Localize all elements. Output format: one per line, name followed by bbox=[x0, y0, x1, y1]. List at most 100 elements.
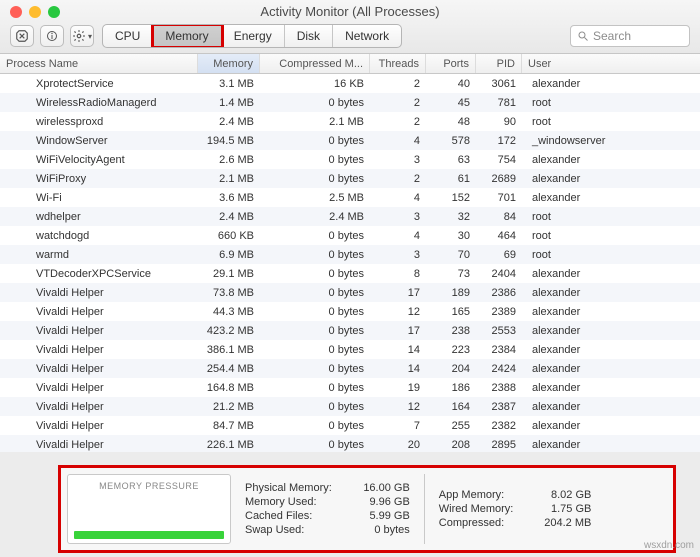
process-memory: 423.2 MB bbox=[198, 325, 260, 337]
process-threads: 3 bbox=[370, 211, 426, 223]
process-pid: 84 bbox=[476, 211, 522, 223]
process-compressed: 2.1 MB bbox=[260, 116, 370, 128]
table-row[interactable]: watchdogd660 KB0 bytes430464root bbox=[0, 226, 700, 245]
table-row[interactable]: Vivaldi Helper84.7 MB0 bytes72552382alex… bbox=[0, 416, 700, 435]
header-ports[interactable]: Ports bbox=[426, 54, 476, 73]
process-user: root bbox=[522, 116, 700, 128]
wired-memory-value: 1.75 GB bbox=[531, 503, 591, 515]
process-name: Vivaldi Helper bbox=[0, 325, 198, 337]
process-user: alexander bbox=[522, 268, 700, 280]
process-threads: 2 bbox=[370, 173, 426, 185]
process-ports: 165 bbox=[426, 306, 476, 318]
stop-process-button[interactable] bbox=[10, 25, 34, 47]
tab-energy[interactable]: Energy bbox=[222, 25, 285, 47]
memory-pressure-graph: MEMORY PRESSURE bbox=[67, 474, 231, 544]
table-row[interactable]: WirelessRadioManagerd1.4 MB0 bytes245781… bbox=[0, 93, 700, 112]
process-ports: 70 bbox=[426, 249, 476, 261]
minimize-window-button[interactable] bbox=[29, 6, 41, 18]
process-name: wirelessproxd bbox=[0, 116, 198, 128]
table-row[interactable]: Vivaldi Helper21.2 MB0 bytes121642387ale… bbox=[0, 397, 700, 416]
header-user[interactable]: User bbox=[522, 54, 700, 73]
process-ports: 204 bbox=[426, 363, 476, 375]
table-row[interactable]: WiFiVelocityAgent2.6 MB0 bytes363754alex… bbox=[0, 150, 700, 169]
process-memory: 226.1 MB bbox=[198, 439, 260, 451]
header-memory[interactable]: Memory bbox=[198, 54, 260, 73]
process-name: Wi-Fi bbox=[0, 192, 198, 204]
memory-used-label: Memory Used: bbox=[245, 496, 317, 508]
process-threads: 17 bbox=[370, 325, 426, 337]
close-window-button[interactable] bbox=[10, 6, 22, 18]
process-name: Vivaldi Helper bbox=[0, 287, 198, 299]
header-pid[interactable]: PID bbox=[476, 54, 522, 73]
process-pid: 754 bbox=[476, 154, 522, 166]
table-row[interactable]: Vivaldi Helper44.3 MB0 bytes121652389ale… bbox=[0, 302, 700, 321]
swap-used-label: Swap Used: bbox=[245, 524, 304, 536]
watermark: wsxdn.com bbox=[644, 540, 694, 551]
process-ports: 61 bbox=[426, 173, 476, 185]
table-row[interactable]: Wi-Fi3.6 MB2.5 MB4152701alexander bbox=[0, 188, 700, 207]
process-user: alexander bbox=[522, 363, 700, 375]
process-compressed: 0 bytes bbox=[260, 97, 370, 109]
tab-memory[interactable]: Memory bbox=[153, 25, 221, 47]
search-input[interactable]: Search bbox=[570, 25, 690, 47]
table-row[interactable]: warmd6.9 MB0 bytes37069root bbox=[0, 245, 700, 264]
table-row[interactable]: Vivaldi Helper226.1 MB0 bytes202082895al… bbox=[0, 435, 700, 452]
cached-files-value: 5.99 GB bbox=[350, 510, 410, 522]
header-threads[interactable]: Threads bbox=[370, 54, 426, 73]
search-placeholder: Search bbox=[593, 29, 631, 43]
table-row[interactable]: Vivaldi Helper73.8 MB0 bytes171892386ale… bbox=[0, 283, 700, 302]
process-threads: 3 bbox=[370, 249, 426, 261]
process-user: root bbox=[522, 97, 700, 109]
process-pid: 2424 bbox=[476, 363, 522, 375]
table-row[interactable]: Vivaldi Helper254.4 MB0 bytes142042424al… bbox=[0, 359, 700, 378]
chevron-down-icon: ▾ bbox=[88, 32, 92, 41]
process-memory: 3.1 MB bbox=[198, 78, 260, 90]
memory-summary-panel: MEMORY PRESSURE Physical Memory:16.00 GB… bbox=[58, 465, 676, 553]
wired-memory-label: Wired Memory: bbox=[439, 503, 514, 515]
process-memory: 73.8 MB bbox=[198, 287, 260, 299]
process-compressed: 0 bytes bbox=[260, 420, 370, 432]
process-user: alexander bbox=[522, 173, 700, 185]
table-row[interactable]: Vivaldi Helper423.2 MB0 bytes172382553al… bbox=[0, 321, 700, 340]
header-compressed[interactable]: Compressed M... bbox=[260, 54, 370, 73]
process-threads: 3 bbox=[370, 154, 426, 166]
table-row[interactable]: XprotectService3.1 MB16 KB2403061alexand… bbox=[0, 74, 700, 93]
compressed-label: Compressed: bbox=[439, 517, 504, 529]
process-ports: 73 bbox=[426, 268, 476, 280]
process-ports: 223 bbox=[426, 344, 476, 356]
tab-cpu[interactable]: CPU bbox=[103, 25, 153, 47]
options-menu-button[interactable]: ▾ bbox=[70, 25, 94, 47]
process-memory: 84.7 MB bbox=[198, 420, 260, 432]
process-ports: 30 bbox=[426, 230, 476, 242]
process-memory: 6.9 MB bbox=[198, 249, 260, 261]
table-row[interactable]: WindowServer194.5 MB0 bytes4578172_windo… bbox=[0, 131, 700, 150]
table-row[interactable]: wdhelper2.4 MB2.4 MB33284root bbox=[0, 207, 700, 226]
stop-icon bbox=[15, 29, 29, 43]
info-button[interactable] bbox=[40, 25, 64, 47]
process-name: WiFiVelocityAgent bbox=[0, 154, 198, 166]
process-memory: 2.4 MB bbox=[198, 116, 260, 128]
process-user: alexander bbox=[522, 287, 700, 299]
table-row[interactable]: wirelessproxd2.4 MB2.1 MB24890root bbox=[0, 112, 700, 131]
zoom-window-button[interactable] bbox=[48, 6, 60, 18]
process-memory: 660 KB bbox=[198, 230, 260, 242]
process-ports: 238 bbox=[426, 325, 476, 337]
table-row[interactable]: VTDecoderXPCService29.1 MB0 bytes8732404… bbox=[0, 264, 700, 283]
process-pid: 464 bbox=[476, 230, 522, 242]
tab-disk[interactable]: Disk bbox=[285, 25, 333, 47]
header-process-name[interactable]: Process Name bbox=[0, 54, 198, 73]
process-ports: 63 bbox=[426, 154, 476, 166]
process-threads: 20 bbox=[370, 439, 426, 451]
process-pid: 2387 bbox=[476, 401, 522, 413]
table-row[interactable]: Vivaldi Helper386.1 MB0 bytes142232384al… bbox=[0, 340, 700, 359]
process-name: Vivaldi Helper bbox=[0, 382, 198, 394]
tab-network[interactable]: Network bbox=[333, 25, 401, 47]
process-compressed: 2.5 MB bbox=[260, 192, 370, 204]
process-pid: 2895 bbox=[476, 439, 522, 451]
process-name: XprotectService bbox=[0, 78, 198, 90]
table-row[interactable]: WiFiProxy2.1 MB0 bytes2612689alexander bbox=[0, 169, 700, 188]
table-row[interactable]: Vivaldi Helper164.8 MB0 bytes191862388al… bbox=[0, 378, 700, 397]
process-user: root bbox=[522, 249, 700, 261]
process-user: root bbox=[522, 230, 700, 242]
process-name: Vivaldi Helper bbox=[0, 420, 198, 432]
